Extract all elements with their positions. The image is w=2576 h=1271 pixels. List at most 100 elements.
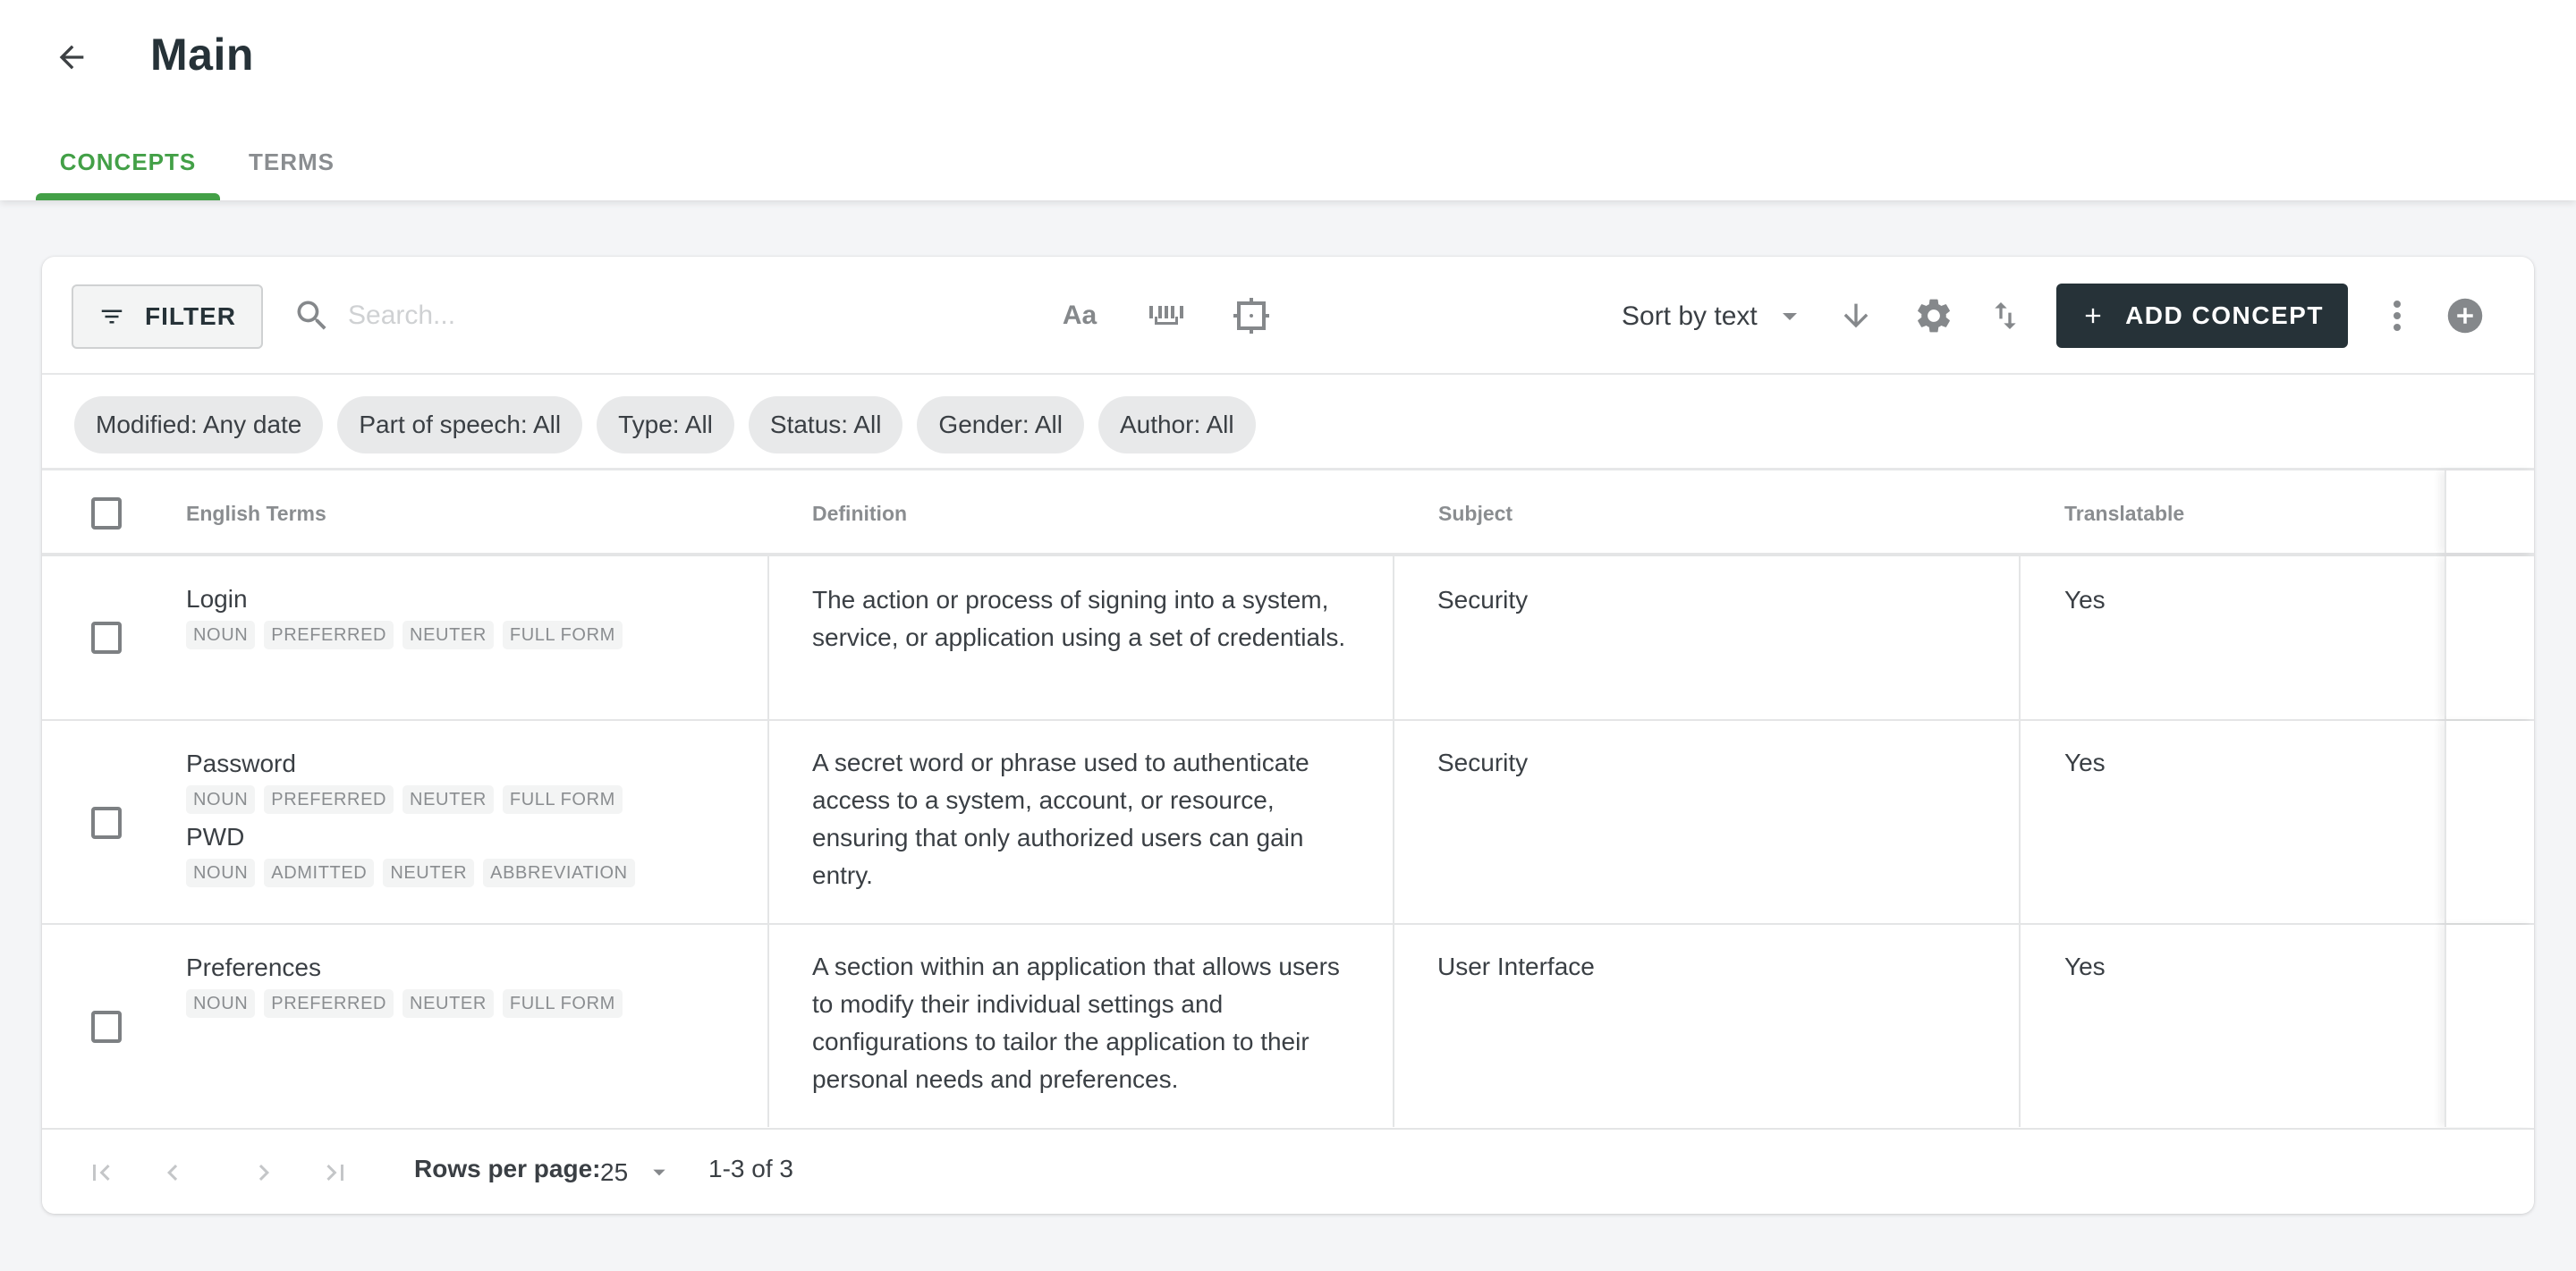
add-circle-icon bbox=[2447, 298, 2483, 334]
tab-concepts[interactable]: CONCEPTS bbox=[36, 134, 220, 200]
table-row[interactable]: Preferences NOUN PREFERRED NEUTER FULL F… bbox=[42, 925, 2534, 1127]
tag: NEUTER bbox=[402, 621, 494, 649]
term-tags: NOUN PREFERRED NEUTER FULL FORM bbox=[186, 785, 767, 814]
last-page-icon bbox=[326, 1165, 343, 1181]
tag: NEUTER bbox=[402, 989, 494, 1018]
filter-button[interactable]: FILTER bbox=[72, 284, 263, 349]
sticky-actions-column bbox=[2445, 470, 2534, 553]
whole-word-toggle[interactable] bbox=[1141, 291, 1191, 341]
chip-type[interactable]: Type: All bbox=[597, 396, 734, 453]
filter-list-icon bbox=[101, 309, 123, 324]
tag: NOUN bbox=[186, 785, 256, 814]
toolbar: FILTER Aa bbox=[42, 257, 2534, 375]
sticky-actions-column bbox=[2445, 925, 2534, 1127]
match-case-toggle[interactable]: Aa bbox=[1055, 291, 1105, 341]
tag: NEUTER bbox=[383, 859, 475, 887]
chip-modified[interactable]: Modified: Any date bbox=[74, 396, 324, 453]
row-checkbox[interactable] bbox=[91, 807, 122, 839]
settings-button[interactable] bbox=[1909, 291, 1959, 341]
column-header-subject[interactable]: Subject bbox=[1438, 470, 1513, 556]
filter-button-label: FILTER bbox=[145, 302, 236, 330]
definition-cell: A section within an application that all… bbox=[767, 925, 1394, 1127]
term-tags: NOUN PREFERRED NEUTER FULL FORM bbox=[186, 989, 767, 1018]
tab-concepts-label: CONCEPTS bbox=[59, 148, 197, 175]
subject-cell: Security bbox=[1394, 556, 2021, 719]
rows-per-page-label: Rows per page: bbox=[414, 1155, 601, 1182]
tag: PREFERRED bbox=[264, 989, 394, 1018]
tab-terms[interactable]: TERMS bbox=[220, 134, 363, 200]
rows-per-page-value: 25 bbox=[600, 1158, 629, 1186]
column-header-translatable[interactable]: Translatable bbox=[2064, 470, 2184, 556]
add-concept-button[interactable]: ADD CONCEPT bbox=[2056, 284, 2348, 348]
next-page-button[interactable] bbox=[241, 1149, 287, 1196]
translatable-cell: Yes bbox=[2064, 586, 2106, 614]
concepts-card: FILTER Aa bbox=[42, 257, 2534, 1214]
chip-status[interactable]: Status: All bbox=[748, 396, 903, 453]
chevron-right-icon bbox=[258, 1165, 269, 1181]
chip-part-of-speech[interactable]: Part of speech: All bbox=[337, 396, 583, 453]
row-checkbox[interactable] bbox=[91, 1011, 122, 1043]
translatable-cell: Yes bbox=[2064, 749, 2106, 776]
rows-per-page-select[interactable]: 25 bbox=[600, 1149, 667, 1196]
exact-match-toggle[interactable] bbox=[1226, 291, 1276, 341]
tag: NOUN bbox=[186, 989, 256, 1018]
sticky-actions-column bbox=[2445, 721, 2534, 923]
tag: ABBREVIATION bbox=[483, 859, 635, 887]
table-header: English Terms Definition Subject Transla… bbox=[42, 470, 2534, 556]
column-header-definition[interactable]: Definition bbox=[812, 470, 907, 556]
select-all-checkbox[interactable] bbox=[91, 497, 122, 530]
column-header-english-terms[interactable]: English Terms bbox=[186, 470, 326, 556]
search-input[interactable] bbox=[348, 301, 741, 331]
previous-page-button[interactable] bbox=[149, 1149, 196, 1196]
exact-match-icon bbox=[1233, 298, 1269, 334]
table-row[interactable]: Password NOUN PREFERRED NEUTER FULL FORM… bbox=[42, 721, 2534, 925]
first-page-icon bbox=[93, 1165, 110, 1181]
tag: FULL FORM bbox=[502, 785, 623, 814]
tag: PREFERRED bbox=[264, 621, 394, 649]
first-page-button[interactable] bbox=[78, 1149, 124, 1196]
back-button[interactable] bbox=[50, 36, 93, 79]
sort-direction-button[interactable] bbox=[1831, 291, 1881, 341]
definition-cell: The action or process of signing into a … bbox=[767, 556, 1394, 719]
tag: NOUN bbox=[186, 859, 256, 887]
tag: PREFERRED bbox=[264, 785, 394, 814]
term-tags: NOUN PREFERRED NEUTER FULL FORM bbox=[186, 621, 767, 649]
term-name[interactable]: Login bbox=[186, 583, 767, 615]
terms-cell: Password NOUN PREFERRED NEUTER FULL FORM… bbox=[186, 721, 767, 923]
arrow-down-icon bbox=[1843, 303, 1868, 328]
caret-down-icon bbox=[653, 1169, 665, 1176]
chevron-left-icon bbox=[167, 1165, 178, 1181]
arrow-left-icon bbox=[59, 45, 84, 70]
table-row[interactable]: Login NOUN PREFERRED NEUTER FULL FORM Th… bbox=[42, 556, 2534, 721]
sort-select[interactable]: Sort by text bbox=[1622, 292, 1799, 341]
subject-cell: User Interface bbox=[1394, 925, 2021, 1127]
tag: FULL FORM bbox=[502, 989, 623, 1018]
term-name[interactable]: Preferences bbox=[186, 952, 767, 984]
last-page-button[interactable] bbox=[312, 1149, 359, 1196]
plus-icon bbox=[2085, 308, 2101, 324]
add-circle-button[interactable] bbox=[2440, 291, 2490, 341]
sort-select-value: Sort by text bbox=[1622, 301, 1758, 331]
add-concept-label: ADD CONCEPT bbox=[2125, 301, 2324, 329]
tab-bar: CONCEPTS TERMS bbox=[36, 134, 363, 200]
concepts-table: English Terms Definition Subject Transla… bbox=[42, 470, 2534, 1127]
sticky-actions-column bbox=[2445, 556, 2534, 719]
active-tab-indicator bbox=[36, 193, 220, 200]
pagination-bar: Rows per page: 25 1-3 of 3 bbox=[42, 1128, 2534, 1214]
more-vertical-icon bbox=[2394, 301, 2401, 331]
chip-gender[interactable]: Gender: All bbox=[917, 396, 1084, 453]
term-name[interactable]: PWD bbox=[186, 821, 767, 853]
tag: FULL FORM bbox=[502, 621, 623, 649]
tag: ADMITTED bbox=[264, 859, 375, 887]
chip-author[interactable]: Author: All bbox=[1097, 396, 1256, 453]
gear-icon bbox=[1918, 299, 1950, 333]
whole-word-icon bbox=[1149, 306, 1183, 325]
term-name[interactable]: Password bbox=[186, 748, 767, 780]
subject-cell: Security bbox=[1394, 721, 2021, 923]
tab-terms-label: TERMS bbox=[249, 148, 335, 175]
more-options-button[interactable] bbox=[2372, 291, 2422, 341]
filter-chips: Modified: Any date Part of speech: All T… bbox=[74, 396, 1256, 453]
term-tags: NOUN ADMITTED NEUTER ABBREVIATION bbox=[186, 859, 767, 887]
swap-order-button[interactable] bbox=[1980, 291, 2030, 341]
row-checkbox[interactable] bbox=[91, 622, 122, 654]
